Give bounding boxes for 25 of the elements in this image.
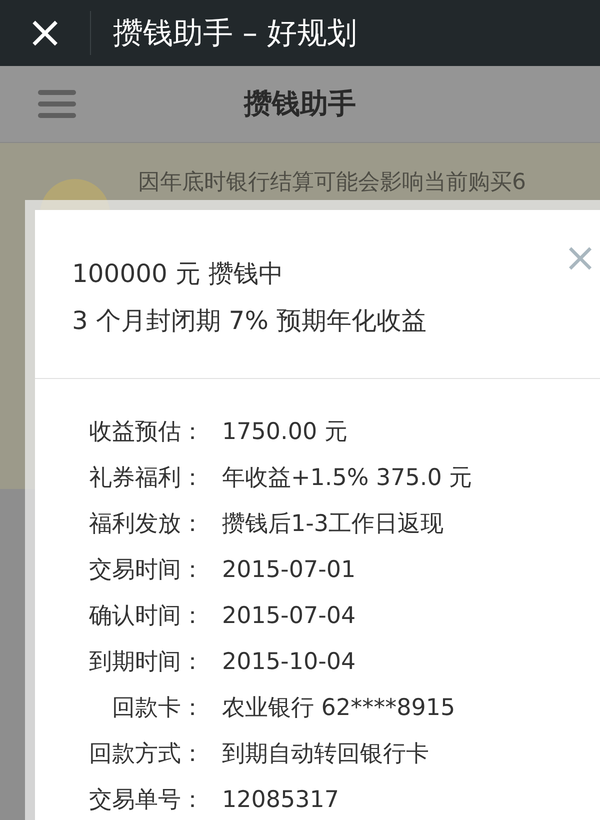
- field-label: 回款卡：: [111, 694, 204, 723]
- menu-icon[interactable]: [38, 89, 76, 119]
- field-value: 2015-07-04: [222, 602, 357, 631]
- dialog-title: 100000 元 攒钱中: [72, 258, 284, 290]
- notice-text: 因年底时银行结算可能会影响当前购买6: [138, 169, 526, 197]
- field-value: 到期自动转回银行卡: [222, 740, 430, 769]
- field-value: 农业银行 62****8915: [222, 694, 456, 723]
- field-value: 2015-10-04: [222, 648, 357, 677]
- field-value: 1750.00 元: [222, 418, 348, 447]
- field-label: 确认时间：: [88, 602, 204, 631]
- page-title: 攒钱助手: [244, 86, 356, 122]
- close-button[interactable]: ×: [0, 0, 90, 66]
- field-label: 交易单号：: [88, 786, 204, 815]
- field-label: 回款方式：: [88, 740, 204, 769]
- field-label: 福利发放：: [88, 510, 204, 539]
- field-label: 收益预估：: [88, 418, 204, 447]
- field-value: 2015-07-01: [222, 556, 357, 585]
- field-value: 攒钱后1-3工作日返现: [222, 510, 445, 539]
- field-label: 礼券福利：: [88, 464, 204, 493]
- field-value: 12085317: [222, 786, 340, 815]
- dialog-title: 3 个月封闭期 7% 预期年化收益: [72, 305, 426, 337]
- field-label: 交易时间：: [88, 556, 204, 585]
- window-title: 攒钱助手 – 好规划: [113, 14, 358, 52]
- field-label: 到期时间：: [88, 648, 204, 677]
- field-value: 年收益+1.5% 375.0 元: [222, 464, 474, 493]
